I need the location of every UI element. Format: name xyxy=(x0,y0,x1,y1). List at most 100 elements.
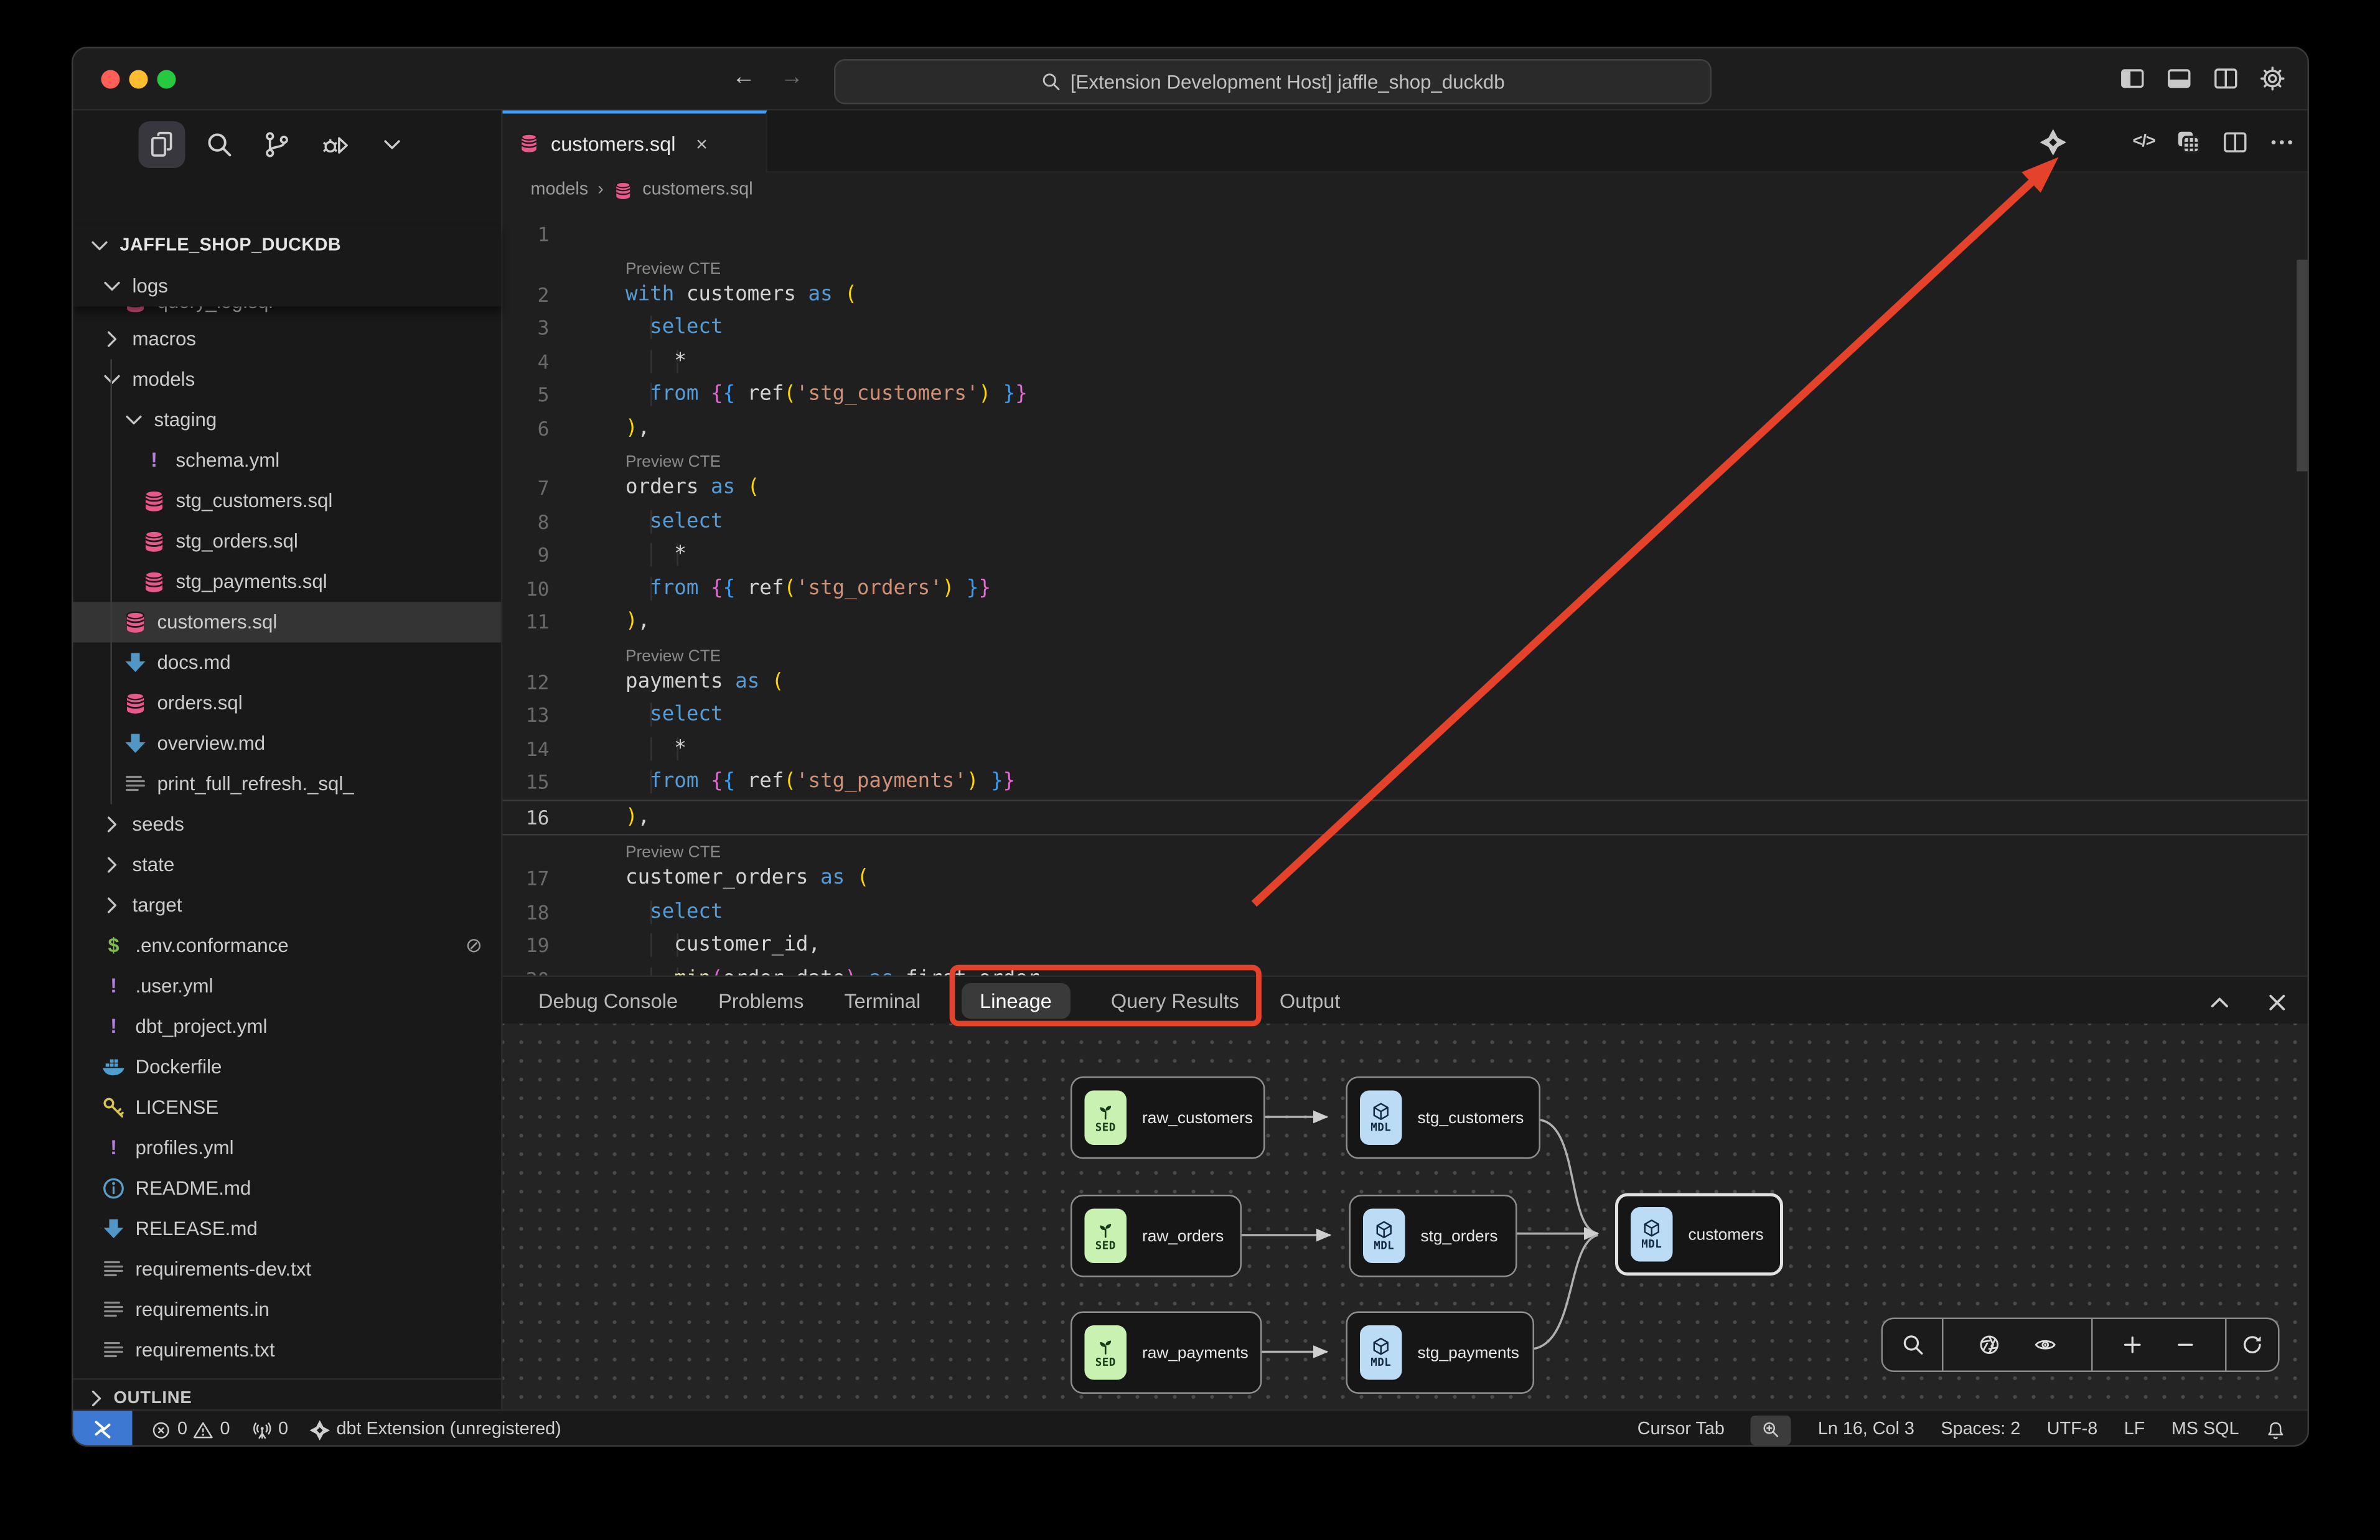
more-actions-icon[interactable] xyxy=(2269,128,2295,155)
panel-tab-lineage[interactable]: Lineage xyxy=(961,982,1071,1019)
tree-item-stg_payments.sql[interactable]: stg_payments.sql xyxy=(73,562,502,602)
tree-item-overview.md[interactable]: overview.md xyxy=(73,724,502,764)
lineage-node-stg_payments[interactable]: MDL stg_payments xyxy=(1346,1312,1535,1394)
eye-icon[interactable] xyxy=(2034,1333,2058,1357)
tree-item-requirements.txt[interactable]: requirements.txt xyxy=(73,1330,502,1371)
tree-item-README.md[interactable]: README.md xyxy=(73,1169,502,1209)
panel-tab-problems[interactable]: Problems xyxy=(718,989,803,1012)
problems-status[interactable]: 0 0 xyxy=(151,1419,230,1440)
tree-item-logs[interactable]: logs xyxy=(73,266,502,307)
line-col-status[interactable]: Ln 16, Col 3 xyxy=(1818,1421,1914,1439)
codelens[interactable]: Preview CTE xyxy=(503,251,2310,278)
tree-item-schema.yml[interactable]: ! schema.yml xyxy=(73,441,502,481)
codelens[interactable]: Preview CTE xyxy=(503,445,2310,472)
aperture-icon[interactable] xyxy=(1977,1333,2001,1357)
cursor-tab-status[interactable]: Cursor Tab xyxy=(1637,1421,1725,1439)
tab-customers-sql[interactable]: customers.sql × xyxy=(503,111,767,173)
tree-item-Dockerfile[interactable]: Dockerfile xyxy=(73,1047,502,1088)
tree-item-orders.sql[interactable]: orders.sql xyxy=(73,683,502,724)
command-center-search[interactable]: [Extension Development Host] jaffle_shop… xyxy=(834,59,1712,105)
close-tab-icon[interactable]: × xyxy=(696,131,708,155)
code-line-10[interactable]: 10 from {{ ref('stg_orders') }} xyxy=(503,572,2310,605)
code-line-4[interactable]: 4 * xyxy=(503,345,2310,378)
panel-tab-terminal[interactable]: Terminal xyxy=(844,989,921,1012)
dbt-extension-status[interactable]: dbt Extension (unregistered) xyxy=(310,1419,561,1440)
close-window-button[interactable] xyxy=(101,70,120,89)
code-line-8[interactable]: 8 select xyxy=(503,505,2310,538)
activity-run-debug[interactable] xyxy=(311,121,358,168)
code-line-17[interactable]: 17customer_orders as ( xyxy=(503,862,2310,895)
lineage-search-button[interactable] xyxy=(1883,1319,1942,1371)
lineage-node-customers[interactable]: MDL customers xyxy=(1615,1193,1783,1276)
breadcrumb-folder[interactable]: models xyxy=(531,180,589,199)
code-line-2[interactable]: 2with customers as ( xyxy=(503,278,2310,311)
code-icon[interactable]: </> xyxy=(2132,133,2155,151)
tree-folder-target[interactable]: target xyxy=(73,885,502,926)
lineage-canvas[interactable]: SED raw_customers MDL stg_customers SED … xyxy=(503,1024,2310,1411)
code-line-6[interactable]: 6), xyxy=(503,411,2310,445)
encoding-status[interactable]: UTF-8 xyxy=(2047,1421,2097,1439)
lineage-node-raw_customers[interactable]: SED raw_customers xyxy=(1071,1076,1265,1159)
tree-root[interactable]: JAFFLE_SHOP_DUCKDB xyxy=(73,226,502,266)
breadcrumb-file[interactable]: customers.sql xyxy=(642,180,752,199)
lineage-refresh-button[interactable] xyxy=(2225,1319,2278,1371)
activity-explorer[interactable] xyxy=(139,121,185,168)
activity-more[interactable] xyxy=(369,121,416,168)
lineage-node-stg_orders[interactable]: MDL stg_orders xyxy=(1349,1195,1517,1277)
code-line-5[interactable]: 5 from {{ ref('stg_customers') }} xyxy=(503,378,2310,412)
code-line-13[interactable]: 13 select xyxy=(503,699,2310,732)
query-results-icon[interactable] xyxy=(2175,128,2202,155)
tree-folder-models[interactable]: models xyxy=(73,360,502,400)
split-editor-icon[interactable] xyxy=(2222,128,2249,155)
split-layout-icon[interactable] xyxy=(2213,65,2239,92)
codelens-label[interactable]: Preview CTE xyxy=(625,646,721,665)
tree-item-.user.yml[interactable]: ! .user.yml xyxy=(73,966,502,1007)
close-panel-icon[interactable] xyxy=(2265,990,2289,1014)
tree-folder-state[interactable]: state xyxy=(73,845,502,885)
editor-scrollbar[interactable] xyxy=(2297,260,2308,472)
tree-item-requirements.in[interactable]: requirements.in xyxy=(73,1290,502,1330)
tree-item-stg_orders.sql[interactable]: stg_orders.sql xyxy=(73,521,502,562)
tree-item-RELEASE.md[interactable]: RELEASE.md xyxy=(73,1209,502,1249)
code-line-1[interactable]: 1 xyxy=(503,218,2310,251)
ports-status[interactable]: 0 xyxy=(252,1419,289,1440)
code-line-16[interactable]: 16), xyxy=(503,799,2310,836)
tree-item-.env.conformance[interactable]: $ .env.conformance ⊘ xyxy=(73,926,502,966)
activity-search[interactable] xyxy=(196,121,243,168)
maximize-panel-icon[interactable] xyxy=(2208,990,2232,1014)
tree-folder-staging[interactable]: staging xyxy=(73,400,502,441)
activity-source-control[interactable] xyxy=(254,121,301,168)
codelens-label[interactable]: Preview CTE xyxy=(625,259,721,278)
code-line-9[interactable]: 9 * xyxy=(503,538,2310,572)
code-line-11[interactable]: 11), xyxy=(503,605,2310,639)
toggle-panel-icon[interactable] xyxy=(2166,65,2193,92)
zoom-window-button[interactable] xyxy=(157,70,176,89)
code-line-19[interactable]: 19 customer_id, xyxy=(503,929,2310,963)
lineage-node-stg_customers[interactable]: MDL stg_customers xyxy=(1346,1076,1541,1159)
forward-button[interactable]: → xyxy=(777,64,808,91)
bell-icon[interactable] xyxy=(2265,1419,2286,1440)
remote-indicator[interactable] xyxy=(73,1411,133,1447)
settings-gear-icon[interactable] xyxy=(2259,65,2286,92)
tree-folder-seeds[interactable]: seeds xyxy=(73,805,502,845)
dbt-icon[interactable] xyxy=(2039,128,2066,155)
tree-item-LICENSE[interactable]: LICENSE xyxy=(73,1088,502,1128)
panel-tab-output[interactable]: Output xyxy=(1280,989,1341,1012)
back-button[interactable]: ← xyxy=(728,64,759,91)
eol-status[interactable]: LF xyxy=(2124,1421,2145,1439)
panel-tab-query-results[interactable]: Query Results xyxy=(1111,989,1239,1012)
zoom-in-icon[interactable] xyxy=(2121,1333,2145,1357)
codelens[interactable]: Preview CTE xyxy=(503,638,2310,665)
codelens-label[interactable]: Preview CTE xyxy=(625,453,721,472)
tree-item-dbt_project.yml[interactable]: ! dbt_project.yml xyxy=(73,1007,502,1047)
language-mode-status[interactable]: MS SQL xyxy=(2172,1421,2239,1439)
tree-item-print_full_refresh._sql_[interactable]: print_full_refresh._sql_ xyxy=(73,764,502,805)
tree-item-customers.sql[interactable]: customers.sql xyxy=(73,602,502,643)
code-line-15[interactable]: 15 from {{ ref('stg_payments') }} xyxy=(503,765,2310,799)
breadcrumb[interactable]: models › customers.sql xyxy=(531,173,753,207)
lineage-node-raw_orders[interactable]: SED raw_orders xyxy=(1071,1195,1242,1277)
zoom-indicator[interactable] xyxy=(1751,1415,1791,1445)
code-line-12[interactable]: 12payments as ( xyxy=(503,665,2310,699)
indentation-status[interactable]: Spaces: 2 xyxy=(1941,1421,2020,1439)
tree-item-profiles.yml[interactable]: ! profiles.yml xyxy=(73,1128,502,1169)
